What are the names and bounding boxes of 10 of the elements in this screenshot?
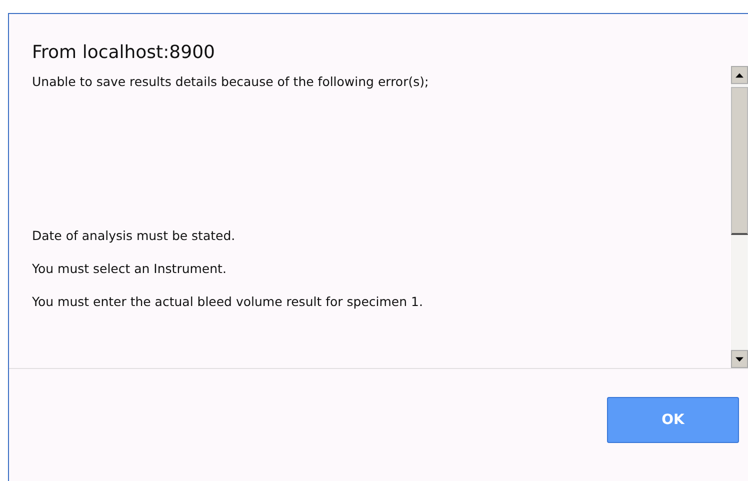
ok-button[interactable]: OK (607, 397, 739, 443)
scrollbar[interactable] (731, 66, 748, 368)
message-text: Unable to save results details because of the following error(s); (32, 73, 430, 91)
dialog-title: From localhost:8900 (31, 41, 216, 65)
scroll-down-icon[interactable] (731, 350, 748, 368)
scrollbar-thumb[interactable] (731, 87, 748, 235)
error-text: You must enter the actual bleed volume result for specimen 1. (32, 293, 424, 311)
error-text: You must select an Instrument. (32, 260, 228, 278)
scroll-up-icon[interactable] (731, 66, 748, 84)
error-text: Date of analysis must be stated. (32, 227, 236, 245)
